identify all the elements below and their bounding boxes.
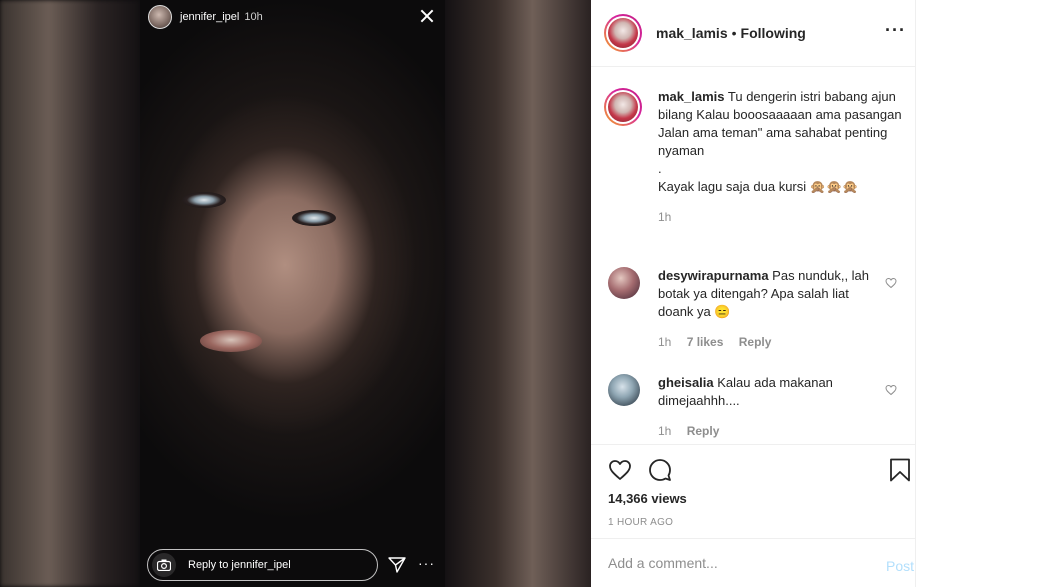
avatar[interactable] <box>604 88 642 126</box>
comment-body: gheisalia Kalau ada makanan dimejaahhh..… <box>658 374 878 440</box>
post-author-username[interactable]: mak_lamis <box>656 25 728 41</box>
comment-input[interactable] <box>608 555 848 571</box>
avatar[interactable] <box>608 267 640 299</box>
story-header: jennifer_ipel 10h <box>140 0 445 34</box>
story-image-detail <box>292 210 336 226</box>
view-count[interactable]: 14,366 views <box>608 491 687 506</box>
post-sidebar: mak_lamis • Following ··· mak_lamis Tu d… <box>591 0 916 587</box>
follow-status-button[interactable]: Following <box>741 25 806 41</box>
more-options-icon[interactable]: ··· <box>885 20 906 41</box>
post-header: mak_lamis • Following ··· <box>591 0 916 67</box>
story-image-detail <box>200 330 262 352</box>
story-frame: jennifer_ipel 10h Reply to jennifer_ipel… <box>140 0 445 587</box>
story-more-icon[interactable]: ··· <box>418 555 435 571</box>
blurred-backdrop-left <box>0 0 140 587</box>
like-comment-heart-icon[interactable] <box>885 384 897 396</box>
caption-line: mak_lamis Tu dengerin istri babang ajun … <box>658 88 903 124</box>
comment-time[interactable]: 1h <box>658 335 671 349</box>
avatar[interactable] <box>608 374 640 406</box>
post-comment-button[interactable]: Post <box>886 558 914 574</box>
comment-item: gheisalia Kalau ada makanan dimejaahhh..… <box>608 374 908 440</box>
separator-dot: • <box>731 25 737 41</box>
comment-body: desywirapurnama Pas nunduk,, lah botak y… <box>658 267 878 351</box>
post-timestamp[interactable]: 1 HOUR AGO <box>608 517 673 528</box>
comment-username[interactable]: gheisalia <box>658 375 714 390</box>
reply-button[interactable]: Reply <box>687 424 720 438</box>
camera-icon[interactable] <box>152 553 176 577</box>
reply-button[interactable]: Reply <box>739 335 772 349</box>
caption-line: Kayak lagu saja dua kursi 🙊🙊🙊 <box>658 179 859 194</box>
comment-meta: 1h Reply <box>658 422 878 440</box>
story-username[interactable]: jennifer_ipel <box>180 11 239 23</box>
caption-line: Jalan ama teman" ama sahabat penting nya… <box>658 125 888 158</box>
comment-time[interactable]: 1h <box>658 424 671 438</box>
caption-username[interactable]: mak_lamis <box>658 89 725 104</box>
like-comment-heart-icon[interactable] <box>885 277 897 289</box>
story-image-detail <box>182 192 226 208</box>
caption-body: mak_lamis Tu dengerin istri babang ajun … <box>658 88 903 226</box>
avatar-frame <box>606 90 640 124</box>
story-reply-input[interactable]: Reply to jennifer_ipel <box>147 549 378 581</box>
post-caption: mak_lamis Tu dengerin istri babang ajun … <box>604 88 904 226</box>
add-comment-bar: Post <box>591 538 916 587</box>
caption-line: . <box>658 161 662 176</box>
comment-bubble-icon[interactable] <box>648 458 672 482</box>
comments-list[interactable]: mak_lamis Tu dengerin istri babang ajun … <box>591 68 916 444</box>
post-media: jennifer_ipel 10h Reply to jennifer_ipel… <box>0 0 591 587</box>
send-icon[interactable] <box>388 556 406 574</box>
post-actions: 14,366 views 1 HOUR AGO <box>591 444 916 528</box>
comment-username[interactable]: desywirapurnama <box>658 268 769 283</box>
comment-likes[interactable]: 7 likes <box>687 335 724 349</box>
blurred-backdrop-right <box>445 0 591 587</box>
avatar[interactable] <box>604 14 642 52</box>
comment-item: desywirapurnama Pas nunduk,, lah botak y… <box>608 267 908 351</box>
story-image <box>140 0 445 587</box>
avatar-image <box>608 92 638 122</box>
close-icon[interactable] <box>415 4 439 28</box>
caption-time[interactable]: 1h <box>658 210 671 224</box>
avatar-image <box>608 18 638 48</box>
story-timestamp: 10h <box>244 11 263 23</box>
bookmark-icon[interactable] <box>888 458 912 482</box>
caption-meta: 1h <box>658 208 903 226</box>
story-reply-placeholder: Reply to jennifer_ipel <box>188 559 291 571</box>
story-avatar[interactable] <box>148 5 172 29</box>
comment-meta: 1h 7 likes Reply <box>658 333 878 351</box>
avatar-frame <box>606 16 640 50</box>
like-heart-icon[interactable] <box>608 458 632 482</box>
